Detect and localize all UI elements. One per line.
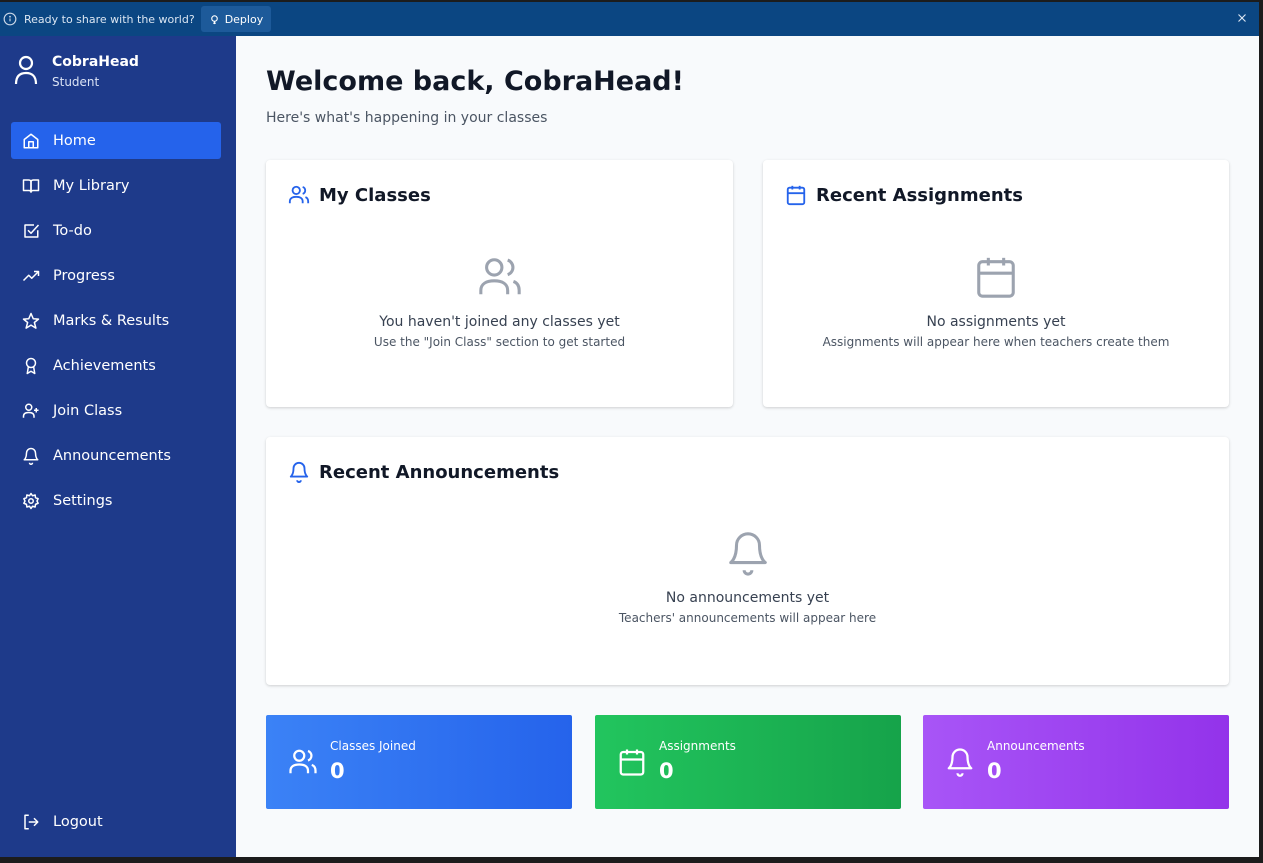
sidebar-item-marks-results[interactable]: Marks & Results [11, 302, 221, 339]
stat-value: 0 [987, 759, 1002, 783]
sidebar-item-label: Achievements [53, 357, 156, 374]
sidebar-item-label: To-do [53, 222, 92, 239]
logout-button[interactable]: Logout [11, 803, 221, 840]
stat-value: 0 [330, 759, 345, 783]
card-header: Recent Assignments [785, 184, 1023, 206]
sidebar-item-join-class[interactable]: Join Class [11, 392, 221, 429]
users-icon [289, 749, 317, 774]
sidebar-item-my-library[interactable]: My Library [11, 167, 221, 204]
info-icon [3, 12, 17, 26]
sidebar-item-achievements[interactable]: Achievements [11, 347, 221, 384]
empty-hint: Assignments will appear here when teache… [822, 335, 1170, 349]
sidebar-item-home[interactable]: Home [11, 122, 221, 159]
calendar-icon [977, 257, 1015, 298]
deploy-button[interactable]: Deploy [200, 6, 272, 32]
stat-card-announcements: Announcements 0 [923, 715, 1229, 809]
stat-label: Assignments [659, 739, 736, 753]
banner-message: Ready to share with the world? [24, 12, 195, 26]
empty-title: You haven't joined any classes yet [379, 314, 620, 330]
home-icon [23, 133, 39, 148]
gear-icon [23, 492, 39, 509]
logout-icon [24, 814, 39, 829]
stat-value: 0 [659, 759, 674, 783]
empty-state: No assignments yet Assignments will appe… [763, 254, 1229, 349]
empty-title: No assignments yet [926, 314, 1066, 330]
checkbox-icon [24, 223, 40, 238]
award-icon [25, 357, 37, 374]
rocket-icon [210, 14, 218, 24]
sidebar-item-label: Announcements [53, 447, 171, 464]
star-icon [22, 312, 40, 329]
sidebar-item-label: Marks & Results [53, 312, 170, 329]
page-subtitle: Here's what's happening in your classes [266, 110, 548, 126]
empty-title: No announcements yet [665, 590, 830, 606]
empty-state: You haven't joined any classes yet Use t… [266, 254, 733, 349]
stat-card-classes-joined: Classes Joined 0 [266, 715, 572, 809]
recent-assignments-card: Recent Assignments No assignments yet As… [763, 160, 1229, 407]
sidebar-item-announcements[interactable]: Announcements [11, 437, 221, 474]
close-icon[interactable] [1235, 11, 1249, 25]
empty-state: No announcements yet Teachers' announcem… [266, 530, 1229, 625]
my-classes-card: My Classes You haven't joined any classe… [266, 160, 733, 407]
bell-icon [289, 462, 309, 483]
user-profile: CobraHead Student [14, 54, 139, 89]
deploy-label: Deploy [224, 12, 264, 26]
sidebar-item-label: Home [53, 132, 96, 149]
empty-hint: Use the "Join Class" section to get star… [373, 335, 626, 349]
empty-hint: Teachers' announcements will appear here [618, 611, 877, 625]
page-title: Welcome back, CobraHead! [266, 66, 684, 97]
sidebar-item-label: My Library [53, 177, 130, 194]
users-icon [288, 185, 310, 204]
bell-icon [23, 447, 39, 465]
logout-label: Logout [53, 813, 103, 830]
sidebar-item-progress[interactable]: Progress [11, 257, 221, 294]
calendar-icon [619, 749, 645, 776]
deploy-banner: Ready to share with the world? Deploy [0, 0, 1259, 36]
trending-up-icon [22, 270, 40, 281]
users-icon [478, 258, 521, 295]
card-title: Recent Assignments [816, 184, 1023, 206]
card-header: My Classes [288, 184, 431, 206]
user-name: CobraHead [52, 54, 139, 70]
bell-icon [728, 532, 767, 576]
book-icon [22, 178, 40, 193]
app-window: Ready to share with the world? Deploy Co… [0, 0, 1259, 857]
sidebar-item-label: Progress [53, 267, 115, 284]
calendar-icon [786, 185, 806, 206]
sidebar-item-settings[interactable]: Settings [11, 482, 221, 519]
sidebar-item-label: Join Class [53, 402, 123, 419]
stat-label: Classes Joined [330, 739, 416, 753]
user-icon [14, 55, 38, 85]
sidebar: CobraHead Student Home My Library To-do … [0, 36, 236, 857]
sidebar-item-label: Settings [53, 492, 113, 509]
stat-label: Announcements [987, 739, 1085, 753]
sidebar-item-to-do[interactable]: To-do [11, 212, 221, 249]
user-role: Student [52, 75, 100, 89]
user-plus-icon [22, 403, 39, 418]
card-header: Recent Announcements [288, 461, 559, 483]
recent-announcements-card: Recent Announcements No announcements ye… [266, 437, 1229, 685]
card-title: Recent Announcements [319, 461, 560, 483]
main-content: Welcome back, CobraHead! Here's what's h… [236, 36, 1259, 857]
card-title: My Classes [319, 184, 431, 206]
stat-card-assignments: Assignments 0 [595, 715, 901, 809]
bell-icon [947, 748, 973, 777]
